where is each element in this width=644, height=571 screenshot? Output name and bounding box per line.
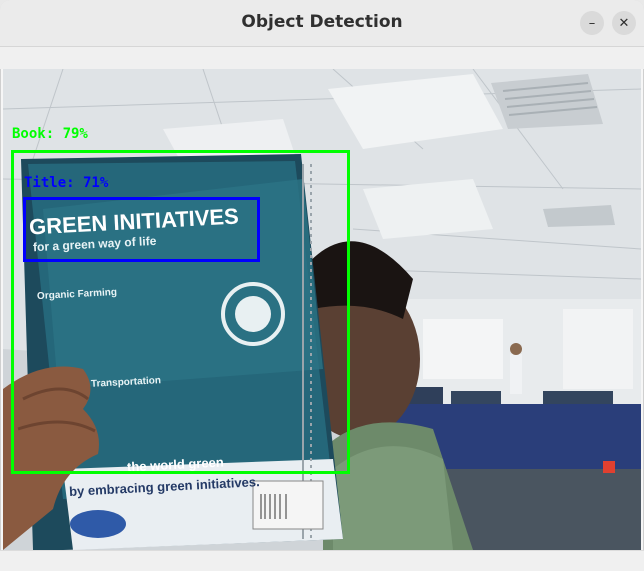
app-window: Object Detection – ✕ GREEN INITIATIVES f… xyxy=(0,0,644,571)
book-detection-label: Book: 79% xyxy=(12,126,88,142)
title-detection-box xyxy=(23,197,260,262)
camera-frame: GREEN INITIATIVES for a green way of lif… xyxy=(3,69,641,550)
title-detection-label: Title: 71% xyxy=(24,175,109,191)
minimize-icon: – xyxy=(588,15,596,31)
close-icon: ✕ xyxy=(618,15,630,31)
title-bar[interactable]: Object Detection – ✕ xyxy=(0,0,644,47)
window-title: Object Detection xyxy=(241,12,403,32)
minimize-button[interactable]: – xyxy=(580,11,604,35)
close-button[interactable]: ✕ xyxy=(612,11,636,35)
status-strip xyxy=(0,550,644,571)
toolbar-strip xyxy=(0,47,644,69)
